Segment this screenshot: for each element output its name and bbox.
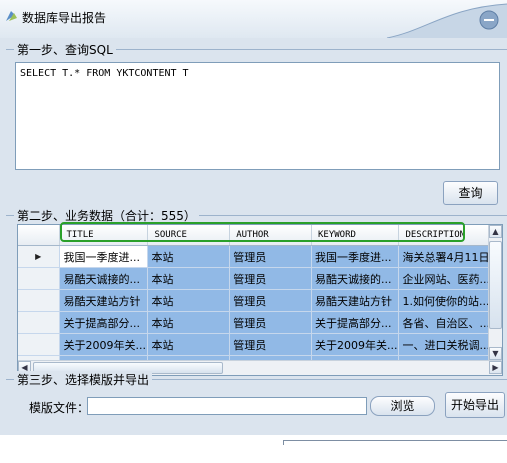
grid-header-row: TITLE SOURCE AUTHOR KEYWORD DESCRIPTION [18,225,502,246]
title-bar: 数据库导出报告 [0,0,507,38]
table-row[interactable]: 易酷天诚接的... 本站 管理员 易酷天诚接的... 企业网站、医药... [18,267,502,290]
grid-cell[interactable]: 关于2009年关... [311,333,400,356]
scroll-right-icon[interactable]: ▶ [489,361,502,374]
frame-line [283,440,507,445]
grid-cell[interactable]: 易酷天建站方针 [59,289,149,312]
grid-cell[interactable]: 管理员 [229,333,312,356]
export-button[interactable]: 开始导出 [445,392,505,418]
grid-cell[interactable]: 易酷天诚接的... [59,267,149,290]
grid-cell[interactable]: 本站 [147,267,231,290]
grid-cell[interactable]: 易酷天诚接的... [311,267,400,290]
step1-label: 第一步、查询SQL [14,41,116,58]
table-row[interactable]: 关于2009年关... 本站 管理员 关于2009年关... 一、进口关税调..… [18,333,502,356]
grid-cell[interactable]: 管理员 [229,289,312,312]
table-row[interactable]: 关于提高部分... 本站 管理员 关于提高部分... 各省、自治区、... [18,311,502,334]
grid-cell[interactable]: 关于2009年关... [59,333,149,356]
grid-cell[interactable]: 一、进口关税调... [398,333,502,356]
grid-cell[interactable]: 1.如何使你的站... [398,289,502,312]
column-header-author[interactable]: AUTHOR [229,225,312,246]
vertical-scroll-thumb[interactable] [489,241,502,329]
table-row[interactable]: ▶ 我国一季度进... 本站 管理员 我国一季度进... 海关总署4月11日..… [18,245,502,268]
grid-corner [18,225,61,246]
grid-cell[interactable]: 本站 [147,289,231,312]
table-row[interactable]: 易酷天建站方针 本站 管理员 易酷天建站方针 1.如何使你的站... [18,289,502,312]
column-header-description[interactable]: DESCRIPTION [398,225,502,246]
minimize-icon[interactable] [479,10,499,30]
grid-cell[interactable]: 本站 [147,311,231,334]
app-icon [6,11,17,21]
window-bottom-edge [0,435,507,463]
browse-button[interactable]: 浏览 [370,396,435,416]
grid-cell[interactable]: 关于提高部分... [59,311,149,334]
scroll-up-icon[interactable]: ▲ [489,225,502,238]
grid-cell[interactable]: 本站 [147,333,231,356]
query-button[interactable]: 查询 [443,181,498,205]
step2-label: 第二步、业务数据（合计：555） [14,207,199,224]
row-header [18,333,61,356]
template-file-label: 模版文件： [29,401,90,415]
grid-cell[interactable]: 我国一季度进... [59,245,149,268]
sql-input[interactable]: SELECT T.* FROM YKTCONTENT T [15,62,500,170]
column-header-keyword[interactable]: KEYWORD [311,225,400,246]
step3-label: 第三步、选择模版并导出 [14,371,153,388]
scroll-down-icon[interactable]: ▼ [489,347,502,360]
window-title: 数据库导出报告 [22,11,107,25]
grid-cell[interactable]: 管理员 [229,311,312,334]
grid-cell[interactable]: 海关总署4月11日... [398,245,502,268]
row-header [18,267,61,290]
grid-cell[interactable]: 管理员 [229,245,312,268]
vertical-scrollbar[interactable]: ▲ ▼ [488,225,502,360]
grid-cell[interactable]: 企业网站、医药... [398,267,502,290]
column-header-title[interactable]: TITLE [59,225,149,246]
row-header [18,289,61,312]
grid-cell[interactable]: 我国一季度进... [311,245,400,268]
column-header-source[interactable]: SOURCE [147,225,231,246]
grid-cell[interactable]: 关于提高部分... [311,311,400,334]
grid-cell[interactable]: 易酷天建站方针 [311,289,400,312]
grid-cell[interactable]: 管理员 [229,267,312,290]
current-row-marker: ▶ [18,245,61,268]
row-header [18,311,61,334]
grid-cell[interactable]: 各省、自治区、... [398,311,502,334]
window-client: 第一步、查询SQL SELECT T.* FROM YKTCONTENT T 查… [0,38,507,435]
data-grid[interactable]: TITLE SOURCE AUTHOR KEYWORD DESCRIPTION … [17,224,503,376]
template-file-input[interactable] [87,397,367,415]
grid-cell[interactable]: 本站 [147,245,231,268]
